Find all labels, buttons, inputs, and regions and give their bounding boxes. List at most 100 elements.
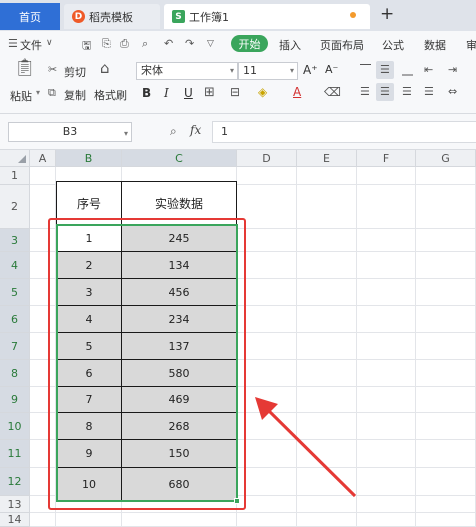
menu-data[interactable]: 数据	[424, 37, 446, 53]
seq-cell[interactable]: 2	[57, 252, 122, 279]
tab-template[interactable]: D 稻壳模板	[64, 4, 160, 29]
align-left-icon[interactable]: ☰	[360, 85, 370, 98]
seq-cell[interactable]: 9	[57, 440, 122, 468]
bold-button[interactable]: B	[142, 86, 151, 100]
fill-handle[interactable]	[234, 498, 240, 504]
chevron-down-icon[interactable]: ∨	[46, 38, 53, 48]
column-header-c[interactable]: C	[122, 150, 237, 167]
column-header-b[interactable]: B	[56, 150, 122, 167]
paste-dropdown-icon[interactable]: ▾	[36, 88, 40, 97]
data-cell[interactable]: 268	[122, 413, 237, 440]
align-center-icon[interactable]: ☰	[380, 85, 390, 98]
data-cell[interactable]: 680	[122, 468, 237, 501]
row-header-14[interactable]: 14	[0, 513, 30, 527]
distributed-align-icon[interactable]: ⇔	[448, 85, 457, 98]
underline-button[interactable]: U	[184, 86, 193, 100]
border-icon[interactable]: ⊞	[204, 85, 215, 100]
data-cell[interactable]: 234	[122, 306, 237, 333]
column-header-d[interactable]: D	[237, 150, 297, 167]
select-all-button[interactable]	[0, 150, 30, 167]
menu-formula[interactable]: 公式	[382, 37, 404, 53]
justify-icon[interactable]: ☰	[424, 85, 434, 98]
row-header-1[interactable]: 1	[0, 167, 30, 185]
row-header-3[interactable]: 3	[0, 229, 30, 252]
align-right-icon[interactable]: ☰	[402, 85, 412, 98]
column-header-g[interactable]: G	[416, 150, 476, 167]
data-cell[interactable]: 245	[122, 226, 237, 252]
paste-icon[interactable]: 📋︎	[14, 58, 36, 78]
data-cell[interactable]: 580	[122, 360, 237, 387]
align-middle-icon[interactable]: ☰	[380, 63, 390, 76]
print-icon[interactable]: ⎙	[120, 37, 129, 51]
row-header-10[interactable]: 10	[0, 413, 30, 440]
seq-cell[interactable]: 8	[57, 413, 122, 440]
header-cell-data[interactable]: 实验数据	[122, 182, 237, 226]
italic-button[interactable]: I	[164, 86, 169, 100]
row-header-8[interactable]: 8	[0, 360, 30, 387]
font-size-select[interactable]: 11 ▾	[238, 62, 298, 80]
hamburger-icon[interactable]: ☰	[8, 37, 18, 50]
menu-file[interactable]: 文件	[20, 37, 42, 53]
cut-button[interactable]: 剪切	[64, 64, 86, 80]
seq-cell[interactable]: 6	[57, 360, 122, 387]
data-cell[interactable]: 137	[122, 333, 237, 360]
print-preview-icon[interactable]: ⌕	[142, 37, 148, 51]
align-top-icon[interactable]: ⎺	[360, 63, 371, 77]
redo-icon[interactable]: ↷	[185, 37, 194, 50]
menu-page-layout[interactable]: 页面布局	[320, 37, 364, 53]
tab-home[interactable]: 首页	[0, 3, 60, 30]
header-cell-seq[interactable]: 序号	[57, 182, 122, 226]
row-header-11[interactable]: 11	[0, 440, 30, 468]
fill-color-icon[interactable]: ◈	[258, 85, 267, 99]
seq-cell[interactable]: 10	[57, 468, 122, 501]
copy-button[interactable]: 复制	[64, 87, 86, 103]
column-header-f[interactable]: F	[357, 150, 416, 167]
increase-indent-icon[interactable]: ⇥	[448, 63, 457, 76]
row-header-13[interactable]: 13	[0, 496, 30, 513]
align-bottom-icon[interactable]: ⎽	[402, 63, 413, 77]
column-header-a[interactable]: A	[30, 150, 56, 167]
zoom-search-icon[interactable]: ⌕	[170, 124, 177, 139]
format-painter-icon[interactable]: ⌂	[100, 59, 110, 77]
save-icon[interactable]: 🖫	[82, 37, 91, 56]
copy-icon[interactable]: ⧉	[48, 86, 56, 100]
row-header-5[interactable]: 5	[0, 279, 30, 306]
row-header-6[interactable]: 6	[0, 306, 30, 333]
spreadsheet-grid[interactable]: ABCDEFG 1 2 3 4 5 6 7 8 9 10 11 12 13 14 序号 实验数据 1 245 2 1…	[0, 150, 476, 527]
undo-icon[interactable]: ↶	[164, 37, 173, 50]
seq-cell[interactable]: 7	[57, 387, 122, 413]
menu-start[interactable]: 开始	[231, 35, 268, 52]
merge-cells-icon[interactable]: ⊟	[230, 85, 240, 99]
row-header-4[interactable]: 4	[0, 252, 30, 279]
row-header-12[interactable]: 12	[0, 468, 30, 496]
shrink-font-button[interactable]: A⁻	[325, 63, 338, 76]
name-box[interactable]: B3 ▾	[8, 122, 132, 142]
menu-review[interactable]: 审	[466, 37, 476, 53]
row-header-9[interactable]: 9	[0, 387, 30, 413]
cut-icon[interactable]: ✂	[48, 63, 57, 76]
decrease-indent-icon[interactable]: ⇤	[424, 63, 433, 76]
quick-access-more-icon[interactable]: ▽	[207, 39, 214, 49]
data-cell[interactable]: 469	[122, 387, 237, 413]
tab-workbook[interactable]: S 工作簿1	[164, 4, 370, 29]
data-cell[interactable]: 134	[122, 252, 237, 279]
paste-button[interactable]: 粘贴	[10, 88, 32, 104]
data-cell[interactable]: 150	[122, 440, 237, 468]
column-header-e[interactable]: E	[297, 150, 357, 167]
seq-cell[interactable]: 1	[57, 226, 122, 252]
new-tab-button[interactable]: +	[380, 4, 394, 24]
font-color-icon[interactable]: A	[293, 85, 301, 99]
export-icon[interactable]: ⎘	[102, 37, 111, 51]
grow-font-button[interactable]: A⁺	[303, 63, 318, 77]
format-painter-button[interactable]: 格式刷	[94, 87, 127, 103]
insert-function-button[interactable]: fx	[190, 123, 201, 137]
row-header-7[interactable]: 7	[0, 333, 30, 360]
font-name-select[interactable]: 宋体 ▾	[136, 62, 238, 80]
seq-cell[interactable]: 3	[57, 279, 122, 306]
seq-cell[interactable]: 5	[57, 333, 122, 360]
data-cell[interactable]: 456	[122, 279, 237, 306]
row-header-2[interactable]: 2	[0, 185, 30, 229]
clear-format-icon[interactable]: ⌫	[324, 85, 341, 99]
formula-input[interactable]: 1	[212, 121, 476, 143]
seq-cell[interactable]: 4	[57, 306, 122, 333]
